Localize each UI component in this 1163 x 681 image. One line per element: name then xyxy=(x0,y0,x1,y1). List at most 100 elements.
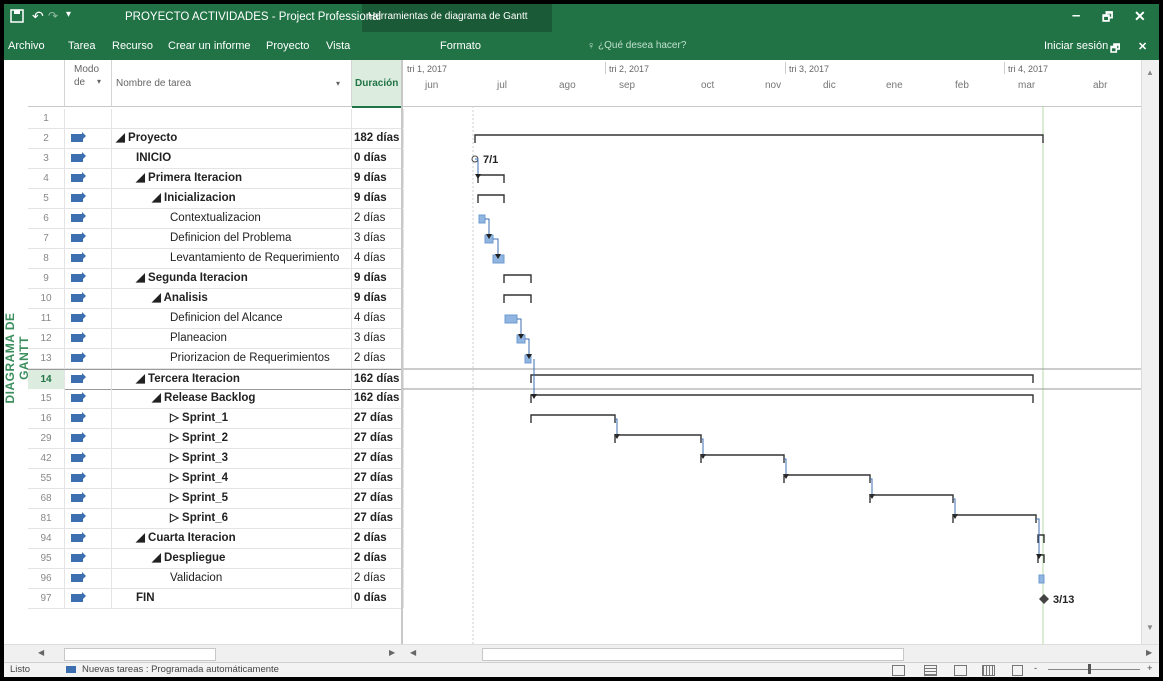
task-row[interactable]: 8 Levantamiento de Requerimiento 4 días xyxy=(28,249,404,269)
undo-icon[interactable]: ↶ xyxy=(32,8,44,25)
task-row[interactable]: 13 Priorizacion de Requerimientos 2 días xyxy=(28,349,404,369)
task-mode-cell[interactable] xyxy=(65,469,112,488)
task-row[interactable]: 5 ◢ Inicializacion 9 días xyxy=(28,189,404,209)
row-id[interactable]: 55 xyxy=(28,469,65,488)
name-filter-icon[interactable]: ▾ xyxy=(336,79,340,88)
task-mode-cell[interactable] xyxy=(65,389,112,408)
view-resource-sheet-icon[interactable] xyxy=(982,665,995,676)
row-id[interactable]: 29 xyxy=(28,429,65,448)
quick-access-dropdown-icon[interactable]: ▾ xyxy=(66,9,71,20)
zoom-slider-track[interactable] xyxy=(1048,669,1140,670)
row-id[interactable]: 12 xyxy=(28,329,65,348)
task-mode-cell[interactable] xyxy=(65,569,112,588)
task-mode-cell[interactable] xyxy=(65,129,112,148)
task-name[interactable]: ◢ Inicializacion xyxy=(112,189,352,208)
task-row[interactable]: 55 ▷ Sprint_4 27 días xyxy=(28,469,404,489)
task-duration[interactable]: 27 días xyxy=(352,449,404,468)
sign-in-link[interactable]: Iniciar sesión xyxy=(1044,40,1108,52)
task-mode-cell[interactable] xyxy=(65,209,112,228)
task-mode-cell[interactable] xyxy=(65,289,112,308)
task-row[interactable]: 3 INICIO 0 días xyxy=(28,149,404,169)
chart-scroll-right-icon[interactable]: ▶ xyxy=(1146,648,1152,657)
task-duration[interactable]: 182 días xyxy=(352,129,404,148)
save-icon[interactable] xyxy=(10,9,24,26)
task-mode-cell[interactable] xyxy=(65,429,112,448)
tab-vista[interactable]: Vista xyxy=(326,40,350,52)
mode-filter-icon[interactable]: ▾ xyxy=(97,77,101,86)
task-mode-cell[interactable] xyxy=(65,149,112,168)
task-mode-cell[interactable] xyxy=(65,329,112,348)
task-mode-cell[interactable] xyxy=(65,349,112,368)
row-id[interactable]: 42 xyxy=(28,449,65,468)
task-name[interactable]: ▷ Sprint_5 xyxy=(112,489,352,508)
task-name[interactable]: ▷ Sprint_2 xyxy=(112,429,352,448)
row-id[interactable]: 3 xyxy=(28,149,65,168)
status-new-tasks[interactable]: Nuevas tareas : Programada automáticamen… xyxy=(82,664,279,675)
task-duration[interactable]: 4 días xyxy=(352,309,404,328)
column-header-mode[interactable]: Modo de ▾ xyxy=(65,60,112,107)
task-name[interactable]: ◢ Primera Iteracion xyxy=(112,169,352,188)
task-row[interactable]: 15 ◢ Release Backlog 162 días xyxy=(28,389,404,409)
task-name[interactable]: Validacion xyxy=(112,569,352,588)
restore-button[interactable]: 🗗 xyxy=(1102,8,1113,29)
row-id[interactable]: 10 xyxy=(28,289,65,308)
task-row[interactable]: 10 ◢ Analisis 9 días xyxy=(28,289,404,309)
row-id[interactable]: 2 xyxy=(28,129,65,148)
zoom-in-button[interactable]: + xyxy=(1147,663,1153,674)
task-duration[interactable]: 0 días xyxy=(352,589,404,608)
column-header-name[interactable]: Nombre de tarea ▾ xyxy=(112,60,352,107)
scroll-up-icon[interactable]: ▲ xyxy=(1146,68,1154,77)
task-name[interactable]: Levantamiento de Requerimiento xyxy=(112,249,352,268)
task-row[interactable]: 4 ◢ Primera Iteracion 9 días xyxy=(28,169,404,189)
row-id[interactable]: 6 xyxy=(28,209,65,228)
task-name[interactable]: ◢ Proyecto xyxy=(112,129,352,148)
task-name[interactable] xyxy=(112,109,352,128)
task-row[interactable]: 1 xyxy=(28,109,404,129)
grid-scroll-left-icon[interactable]: ◀ xyxy=(38,648,46,657)
task-row[interactable]: 97 FIN 0 días xyxy=(28,589,404,609)
task-mode-cell[interactable] xyxy=(65,109,112,128)
task-duration[interactable] xyxy=(352,109,404,128)
row-id[interactable]: 95 xyxy=(28,549,65,568)
task-mode-cell[interactable] xyxy=(65,529,112,548)
task-mode-cell[interactable] xyxy=(65,409,112,428)
zoom-slider-thumb[interactable] xyxy=(1088,664,1091,674)
task-name[interactable]: FIN xyxy=(112,589,352,608)
grid-scrollbar-thumb[interactable] xyxy=(64,648,216,661)
task-mode-cell[interactable] xyxy=(65,229,112,248)
task-name[interactable]: Definicion del Problema xyxy=(112,229,352,248)
redo-icon[interactable]: ↷ xyxy=(48,9,58,23)
task-mode-cell[interactable] xyxy=(65,309,112,328)
task-duration[interactable]: 27 días xyxy=(352,509,404,528)
row-id[interactable]: 14 xyxy=(28,370,65,389)
view-team-planner-icon[interactable] xyxy=(954,665,967,676)
task-row[interactable]: 7 Definicion del Problema 3 días xyxy=(28,229,404,249)
task-duration[interactable]: 2 días xyxy=(352,569,404,588)
task-duration[interactable]: 27 días xyxy=(352,409,404,428)
row-id[interactable]: 68 xyxy=(28,489,65,508)
tab-crear-informe[interactable]: Crear un informe xyxy=(168,40,251,52)
task-name[interactable]: Definicion del Alcance xyxy=(112,309,352,328)
task-name[interactable]: ◢ Segunda Iteracion xyxy=(112,269,352,288)
task-row[interactable]: 14 ◢ Tercera Iteracion 162 días xyxy=(28,369,404,390)
task-row[interactable]: 9 ◢ Segunda Iteracion 9 días xyxy=(28,269,404,289)
task-name[interactable]: ▷ Sprint_1 xyxy=(112,409,352,428)
task-mode-cell[interactable] xyxy=(65,449,112,468)
task-name[interactable]: ▷ Sprint_6 xyxy=(112,509,352,528)
task-duration[interactable]: 3 días xyxy=(352,329,404,348)
task-mode-cell[interactable] xyxy=(65,249,112,268)
close-button[interactable]: ✕ xyxy=(1134,8,1146,25)
task-duration[interactable]: 27 días xyxy=(352,429,404,448)
row-id[interactable]: 11 xyxy=(28,309,65,328)
view-gantt-icon[interactable] xyxy=(892,665,905,676)
task-duration[interactable]: 9 días xyxy=(352,269,404,288)
select-all-corner[interactable] xyxy=(28,60,65,107)
task-row[interactable]: 16 ▷ Sprint_1 27 días xyxy=(28,409,404,429)
task-mode-cell[interactable] xyxy=(65,269,112,288)
task-mode-cell[interactable] xyxy=(65,370,112,389)
scroll-down-icon[interactable]: ▼ xyxy=(1146,623,1154,632)
chart-scrollbar-thumb[interactable] xyxy=(482,648,904,661)
row-id[interactable]: 7 xyxy=(28,229,65,248)
task-name[interactable]: ◢ Analisis xyxy=(112,289,352,308)
task-mode-cell[interactable] xyxy=(65,509,112,528)
